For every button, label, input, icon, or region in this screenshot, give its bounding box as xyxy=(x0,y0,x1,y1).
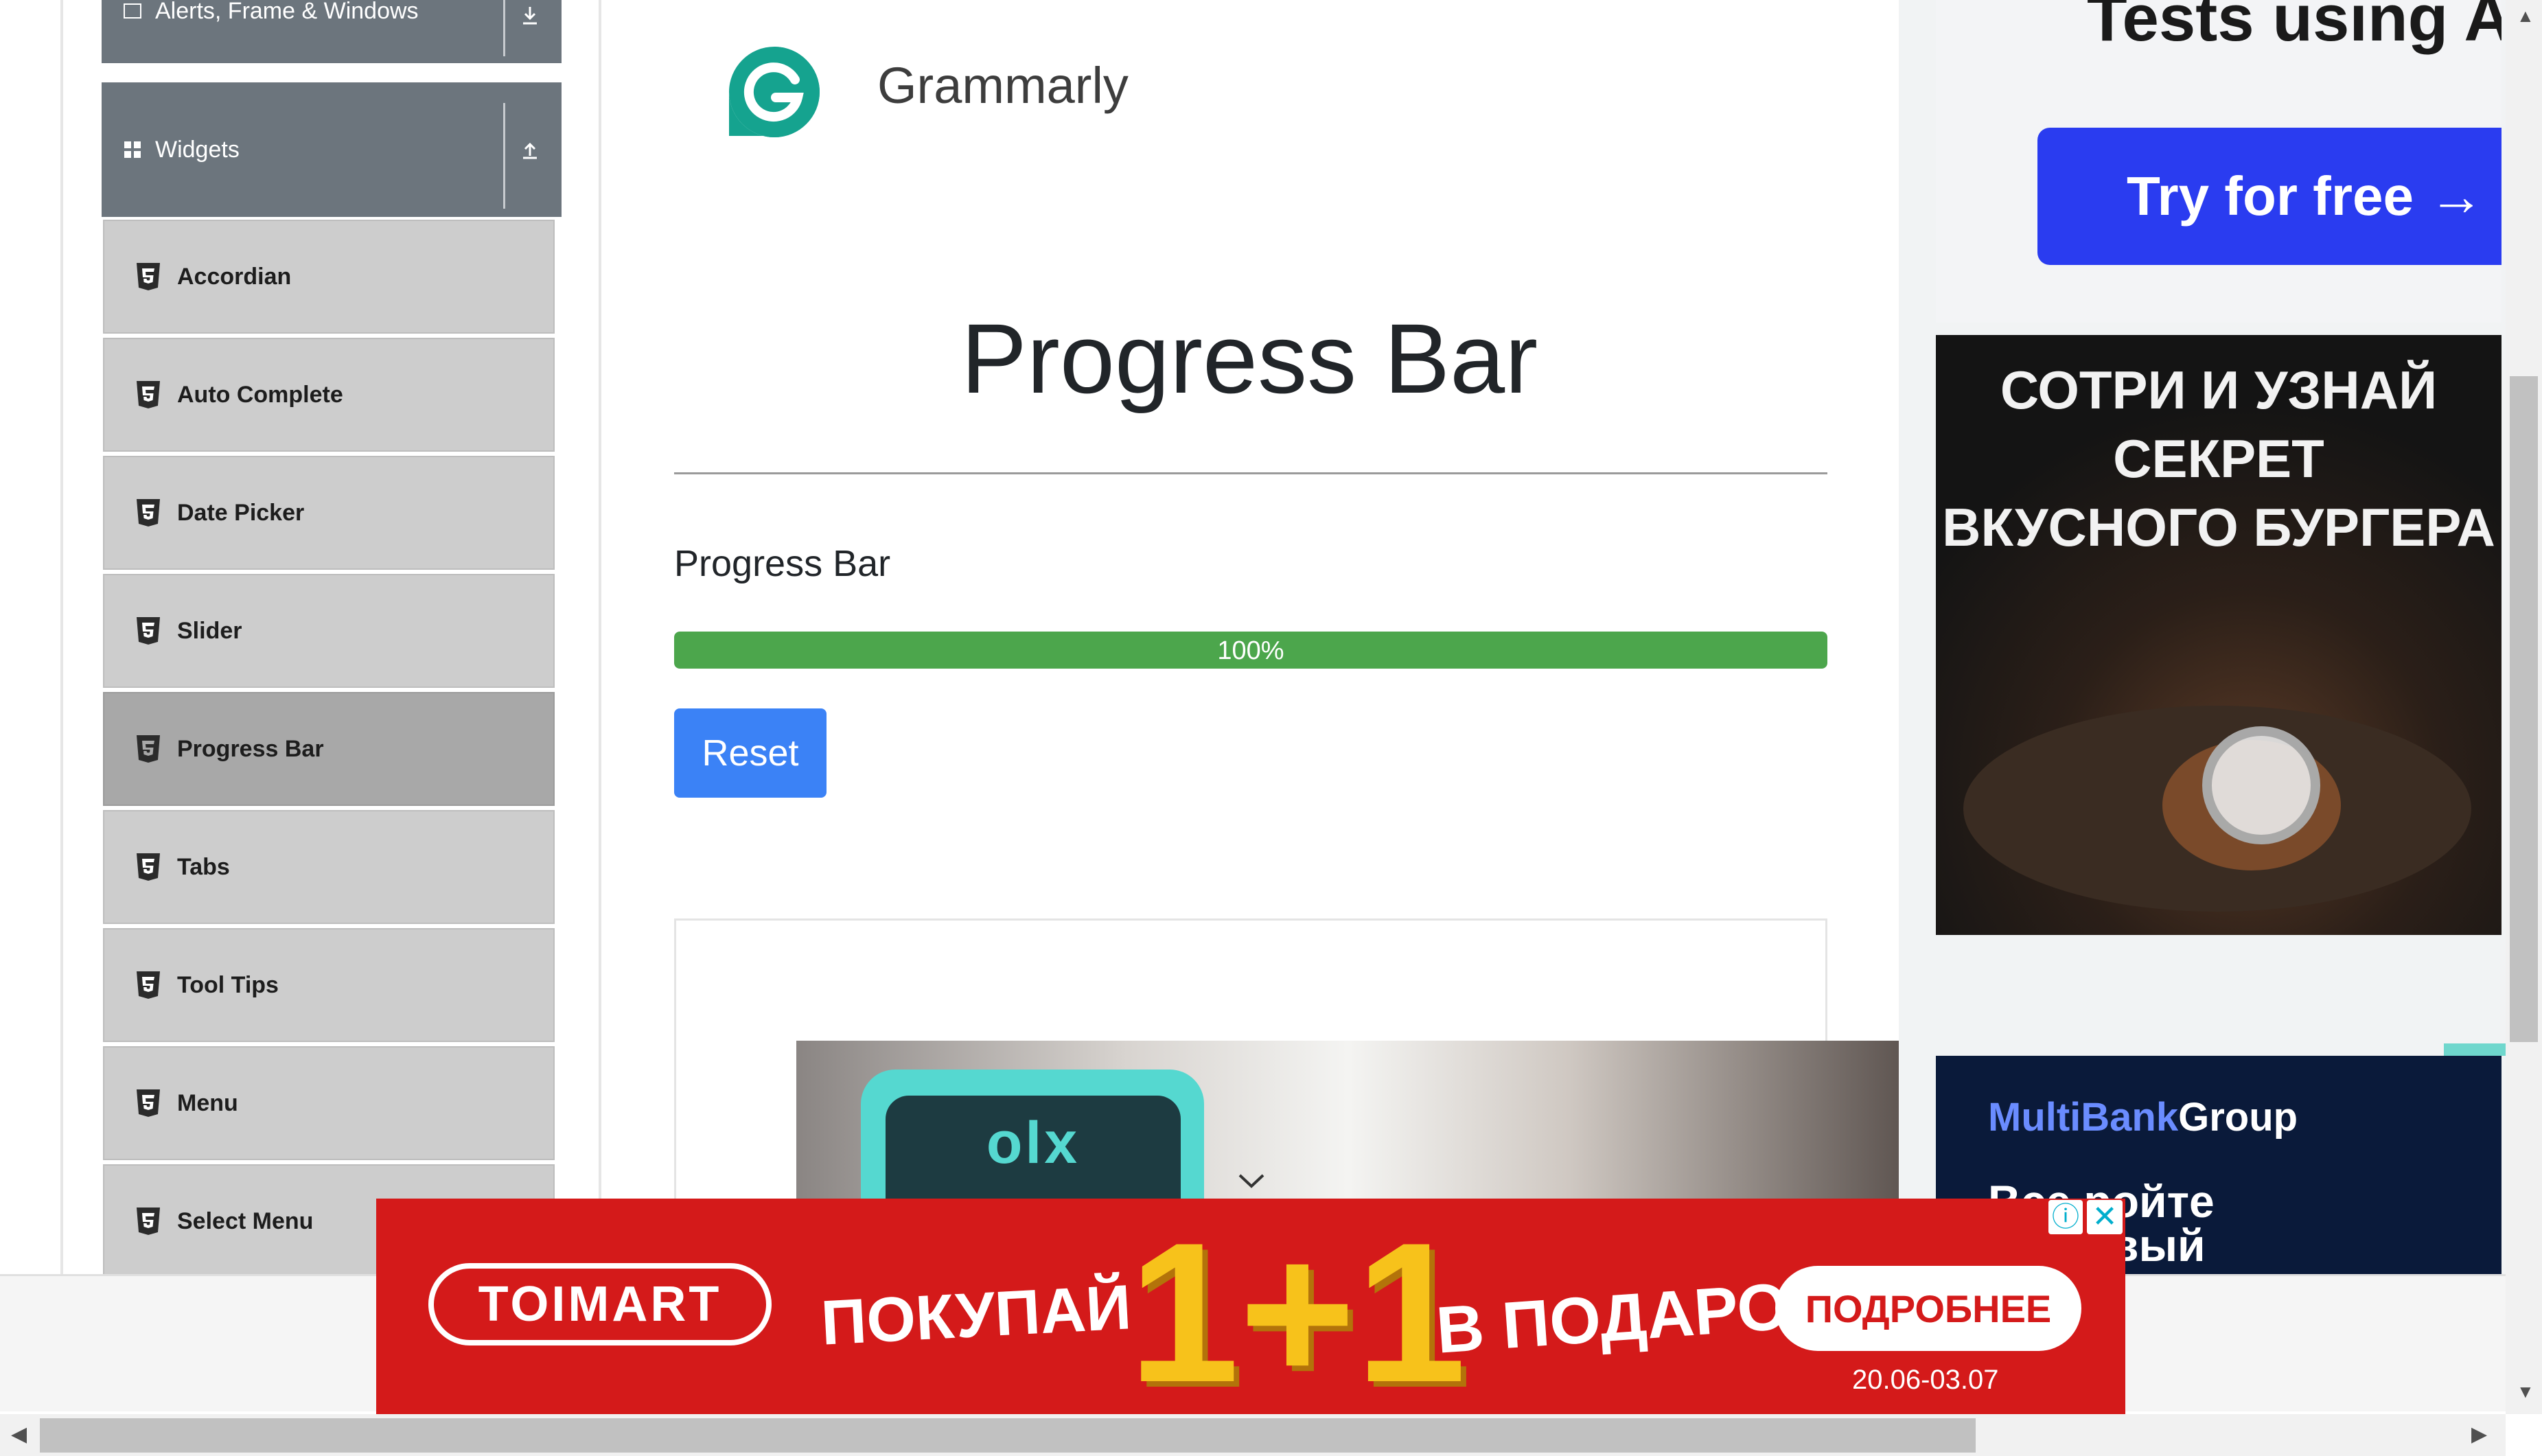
toimart-logo: TOIMART xyxy=(428,1263,772,1345)
banner-buy-text: ПОКУПАЙ xyxy=(819,1272,1133,1359)
multibank-logo: MultiBankGroup xyxy=(1988,1094,2298,1140)
sidebar-item-date-picker[interactable]: Date Picker xyxy=(103,456,555,570)
horizontal-scrollbar[interactable]: ◀ ▶ xyxy=(0,1414,2506,1456)
sidebar-item-label: Date Picker xyxy=(177,499,305,526)
ad-burger[interactable]: СОТРИ И УЗНАЙ СЕКРЕТ ВКУСНОГО БУРГЕРА xyxy=(1936,335,2501,935)
horizontal-scroll-thumb[interactable] xyxy=(40,1418,1976,1453)
page-title: Progress Bar xyxy=(960,303,1538,414)
html5-icon xyxy=(137,381,160,408)
sidebar-right-border xyxy=(599,0,601,1274)
burger-line-2: ВКУСНОГО БУРГЕРА xyxy=(1942,497,2495,557)
mb-brand-a: MultiBank xyxy=(1988,1095,2179,1140)
html5-icon xyxy=(137,971,160,999)
html5-icon xyxy=(137,263,160,290)
close-icon[interactable]: ✕ xyxy=(2087,1200,2123,1234)
reset-button[interactable]: Reset xyxy=(674,708,827,798)
section-label: Progress Bar xyxy=(674,543,891,584)
mb-brand-b: Group xyxy=(2178,1095,2298,1140)
html5-icon xyxy=(137,617,160,645)
sidebar-item-tabs[interactable]: Tabs xyxy=(103,810,555,924)
scroll-right-icon[interactable]: ▶ xyxy=(2471,1422,2487,1446)
window-icon xyxy=(122,1,143,21)
sidebar-item-tool-tips[interactable]: Tool Tips xyxy=(103,928,555,1042)
widgets-icon xyxy=(122,139,143,160)
title-divider xyxy=(674,472,1827,474)
sidebar-item-label: Slider xyxy=(177,617,242,644)
html5-icon xyxy=(137,853,160,881)
group-alerts-frame-windows[interactable]: Alerts, Frame & Windows xyxy=(102,0,562,63)
group-label: Alerts, Frame & Windows xyxy=(155,0,419,24)
html5-icon xyxy=(137,1207,160,1235)
vertical-scrollbar[interactable]: ▲ ▼ xyxy=(2506,0,2542,1414)
group-label: Widgets xyxy=(155,136,240,163)
sidebar-item-accordian[interactable]: Accordian xyxy=(103,220,555,334)
ad-title: Tests using AI xyxy=(2087,0,2501,55)
banner-dates: 20.06-03.07 xyxy=(1852,1365,1999,1395)
banner-gift-text: В ПОДАРОК xyxy=(1433,1267,1832,1367)
info-icon[interactable]: ⓘ xyxy=(2048,1200,2083,1234)
sidebar-left-border xyxy=(60,0,63,1274)
sidebar-item-label: Tabs xyxy=(177,853,230,880)
html5-icon xyxy=(137,1089,160,1117)
sidebar-item-slider[interactable]: Slider xyxy=(103,574,555,688)
burger-headline: СОТРИ И УЗНАЙ СЕКРЕТ ВКУСНОГО БУРГЕРА xyxy=(1936,356,2501,562)
try-for-free-button[interactable]: Try for free → xyxy=(2037,128,2501,265)
html5-icon xyxy=(137,735,160,763)
progress-bar: 100% xyxy=(674,632,1827,669)
group-divider xyxy=(503,0,505,56)
more-button[interactable]: ПОДРОБНЕЕ xyxy=(1775,1266,2081,1351)
download-icon[interactable] xyxy=(516,0,544,63)
sidebar-item-label: Menu xyxy=(177,1089,238,1116)
play-icon[interactable] xyxy=(2202,726,2320,844)
burger-line-1: СОТРИ И УЗНАЙ СЕКРЕТ xyxy=(2000,360,2438,489)
sidebar-item-auto-complete[interactable]: Auto Complete xyxy=(103,338,555,452)
bottom-banner-ad[interactable]: TOIMART ПОКУПАЙ 1+1 В ПОДАРОК ПОДРОБНЕЕ … xyxy=(376,1199,2125,1415)
grammarly-logo-icon[interactable] xyxy=(726,44,822,139)
scroll-left-icon[interactable]: ◀ xyxy=(11,1422,27,1446)
group-divider xyxy=(503,103,505,209)
upload-icon[interactable] xyxy=(516,82,544,217)
widgets-menu: Accordian Auto Complete Date Picker Slid… xyxy=(103,220,555,1282)
teal-accent xyxy=(2444,1043,2506,1056)
banner-offer: 1+1 xyxy=(1129,1201,1466,1415)
group-widgets[interactable]: Widgets xyxy=(102,82,562,217)
scroll-down-icon[interactable]: ▼ xyxy=(2517,1381,2534,1402)
olx-logo: olx xyxy=(986,1110,1081,1176)
sidebar-item-menu[interactable]: Menu xyxy=(103,1046,555,1160)
html5-icon xyxy=(137,499,160,527)
sidebar-item-progress-bar[interactable]: Progress Bar xyxy=(103,692,555,806)
sidebar-item-label: Auto Complete xyxy=(177,381,343,408)
scroll-up-icon[interactable]: ▲ xyxy=(2517,5,2534,27)
sidebar-item-label: Tool Tips xyxy=(177,971,279,998)
sidebar-item-label: Select Menu xyxy=(177,1207,314,1234)
chevron-down-icon[interactable] xyxy=(1236,1164,1267,1196)
progress-label: 100% xyxy=(1217,636,1284,665)
ad-tests-ai[interactable]: Tests using AI Try for free → xyxy=(1936,0,2501,323)
sidebar-item-label: Progress Bar xyxy=(177,735,324,762)
sidebar-item-label: Accordian xyxy=(177,263,292,290)
brand-name: Grammarly xyxy=(877,57,1129,114)
vertical-scroll-thumb[interactable] xyxy=(2510,376,2538,1042)
